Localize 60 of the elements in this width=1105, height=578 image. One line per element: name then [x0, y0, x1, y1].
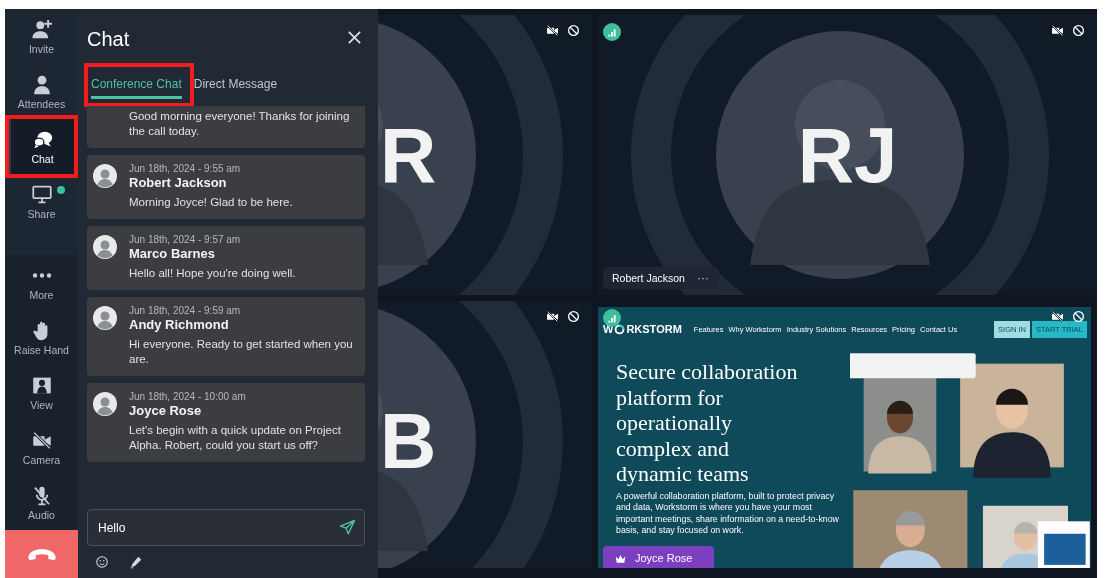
sidebar-item[interactable]: Invite [5, 9, 78, 64]
circle-slash-icon[interactable] [1072, 24, 1085, 37]
sidebar-item[interactable]: Attendees [5, 64, 78, 119]
participant-name: Robert Jackson [612, 272, 685, 284]
avatar-icon [93, 235, 117, 259]
avatar-icon [93, 306, 117, 330]
more-icon [30, 271, 53, 279]
sidebar-item[interactable]: Raise Hand [5, 310, 78, 365]
tab[interactable]: Direct Message [193, 71, 278, 99]
circle-slash-icon[interactable] [567, 24, 580, 37]
person-add-icon [30, 18, 53, 40]
message-time: Jun 18th, 2024 - 10:00 am [129, 390, 247, 403]
message-time: Jun 18th, 2024 - 9:59 am [129, 304, 242, 317]
message-text: Hi everyone. Ready to get started when you are. [129, 337, 354, 367]
initials-text: B [380, 396, 437, 486]
camera-off-icon[interactable] [1051, 24, 1064, 37]
message-time: Jun 18th, 2024 - 9:55 am [129, 162, 242, 175]
message-text: Let's begin with a quick update on Project Alpha. Robert, could you start us off? [129, 423, 342, 453]
avatar-icon [93, 392, 117, 416]
sidebar-item[interactable]: Share [5, 174, 78, 229]
ring-icon [614, 323, 626, 335]
message-field[interactable]: Hello [87, 509, 365, 546]
logo-text: W [603, 323, 614, 335]
message-text: Good morning everyone! Thanks for joining the call today. [129, 109, 351, 139]
message-text: Morning Joyce! Glad to be here. [129, 195, 294, 210]
sidebar-item[interactable]: Chat [9, 119, 74, 174]
headline: Secure collaboration platform for operationally complex and dynamic teams [616, 359, 799, 487]
message-text: Hello all! Hope you're doing well. [129, 266, 297, 281]
hang-up-button[interactable] [5, 530, 78, 578]
close-icon [347, 30, 362, 45]
camera-off-icon[interactable] [1051, 310, 1064, 323]
emoji-icon[interactable] [95, 555, 109, 569]
send-icon[interactable] [339, 519, 356, 536]
initials-text: RJ [796, 110, 899, 200]
camera-off-icon[interactable] [546, 310, 559, 323]
message-time: Jun 18th, 2024 - 9:57 am [129, 233, 242, 246]
monitor-icon [30, 183, 53, 205]
avatar-icon [93, 164, 117, 188]
sidebar-item[interactable]: Audio [5, 475, 78, 530]
message-author: Andy Richmond [129, 317, 230, 333]
close-button[interactable] [347, 30, 363, 46]
tab[interactable]: Conference Chat [91, 71, 182, 99]
pencil-icon[interactable] [129, 555, 143, 569]
message-author: Robert Jackson [129, 175, 228, 191]
initials-text: R [380, 110, 437, 200]
sidebar-item[interactable]: More [5, 255, 78, 310]
panel-title: Chat [87, 26, 130, 51]
message-author: Marco Barnes [129, 246, 216, 262]
circle-slash-icon[interactable] [1072, 310, 1085, 323]
camera-off-icon [30, 429, 53, 451]
sidebar-item[interactable]: View [5, 365, 78, 420]
menu-button[interactable]: ··· [696, 271, 709, 285]
circle-slash-icon[interactable] [567, 310, 580, 323]
sidebar-item[interactable]: Camera [5, 420, 78, 475]
message-author: Joyce Rose [129, 403, 203, 419]
paragraph: A powerful collaboration platform, built to protect privacy and data, Workstorm is where you have your most important meetings, share information on a need-to-know basis, and stay focused on work. [616, 490, 840, 537]
text-input[interactable]: Hello [96, 519, 339, 536]
participant-name: Joyce Rose [635, 552, 693, 564]
camera-off-icon[interactable] [546, 24, 559, 37]
logo-text: RKSTORM [626, 323, 682, 335]
